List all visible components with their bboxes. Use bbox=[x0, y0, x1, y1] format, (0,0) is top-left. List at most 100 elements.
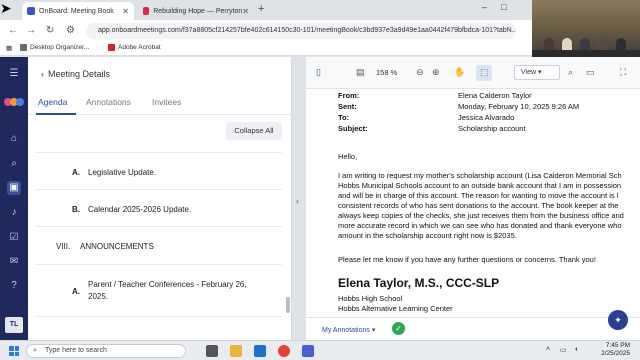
zoom-out-icon[interactable]: ⊖ bbox=[416, 67, 424, 78]
view-dropdown-label: View bbox=[521, 69, 537, 76]
fullscreen-icon[interactable]: ⛶ bbox=[620, 67, 626, 78]
collapse-all-button[interactable]: Collapse All bbox=[226, 122, 282, 140]
chat-icon[interactable]: ✉ bbox=[7, 255, 21, 269]
taskbar-search-field[interactable]: ⌕ Type here to search bbox=[26, 344, 186, 358]
maximize-button[interactable]: □ bbox=[501, 2, 506, 12]
chevron-left-icon[interactable]: ‹ bbox=[41, 69, 44, 79]
sidebar-toggle-icon[interactable]: ▯ bbox=[316, 67, 321, 78]
clock-date: 2/25/2025 bbox=[601, 350, 630, 357]
agenda-item-label-line2: 2025. bbox=[88, 292, 109, 301]
minimize-button[interactable]: – bbox=[482, 2, 487, 12]
agenda-item-letter: A. bbox=[72, 287, 80, 296]
bookmark-label: Desktop Organizer... bbox=[30, 44, 90, 51]
select-tool-icon[interactable]: ⬚ bbox=[480, 67, 489, 78]
email-from: Elena Calderon Taylor bbox=[458, 91, 532, 100]
agenda-item[interactable]: B. Calendar 2025-2026 Update. bbox=[36, 190, 282, 227]
check-square-icon[interactable]: ☑ bbox=[7, 231, 21, 245]
reload-icon[interactable]: ↻ bbox=[46, 25, 54, 36]
search-icon[interactable]: ⌕ bbox=[7, 157, 21, 171]
monitor-icon bbox=[20, 44, 27, 51]
task-view-icon[interactable] bbox=[206, 345, 218, 357]
email-body-line: and will be in charge of this account. T… bbox=[338, 191, 619, 200]
system-clock[interactable]: 7:45 PM 2/25/2025 bbox=[590, 342, 630, 358]
chrome-icon[interactable] bbox=[278, 345, 290, 357]
apps-grid-icon[interactable]: ▦ bbox=[6, 44, 12, 52]
email-subject: Scholarship account bbox=[458, 124, 526, 133]
zoom-level[interactable]: 158 % bbox=[376, 68, 397, 77]
email-sent: Monday, February 10, 2025 9:26 AM bbox=[458, 102, 580, 111]
collapse-panel-chevron-icon[interactable]: ‹ bbox=[296, 196, 299, 206]
agenda-scrollbar[interactable] bbox=[286, 297, 290, 313]
close-tab-icon[interactable]: ✕ bbox=[122, 7, 129, 16]
search-icon[interactable]: ⌕ bbox=[568, 67, 573, 78]
agenda-item-letter: B. bbox=[72, 205, 80, 214]
email-signature: Elena Taylor, M.S., CCC-SLP bbox=[338, 276, 500, 290]
viewer-toolbar: ▯ ▤ 158 % ⊖ ⊕ ✋ ⬚ View ▾ ⌕ ▭ ⛶ bbox=[306, 57, 640, 89]
forward-arrow-icon[interactable]: → bbox=[26, 25, 36, 36]
zoom-app-icon[interactable] bbox=[302, 345, 314, 357]
calendar-icon[interactable]: ▣ bbox=[7, 181, 21, 195]
search-placeholder: Type here to search bbox=[45, 347, 107, 354]
agenda-section[interactable]: VIII. ANNOUNCEMENTS bbox=[36, 227, 282, 265]
back-arrow-icon[interactable]: ← bbox=[8, 25, 18, 36]
agenda-item[interactable]: A. Parent / Teacher Conferences - Februa… bbox=[36, 265, 282, 317]
email-body-line: consistent records of who has sent donat… bbox=[338, 201, 619, 210]
email-to: Jessica Alvarado bbox=[458, 113, 515, 122]
chevron-up-icon[interactable]: ˄ bbox=[546, 346, 550, 353]
tab-rebuilding-hope[interactable]: Rebuilding Hope — Perryton ✕ bbox=[138, 2, 254, 20]
view-dropdown[interactable]: View ▾ bbox=[514, 65, 560, 80]
email-subject-label: Subject: bbox=[338, 124, 368, 133]
zoom-in-icon[interactable]: ⊕ bbox=[432, 67, 440, 78]
tab-title: OnBoard: Meeting Book bbox=[39, 7, 114, 15]
assistant-button[interactable]: ✦ bbox=[608, 310, 628, 330]
tab-agenda[interactable]: Agenda bbox=[38, 97, 67, 107]
file-explorer-icon[interactable] bbox=[230, 345, 242, 357]
help-icon[interactable]: ? bbox=[7, 279, 21, 293]
agenda-section-label: ANNOUNCEMENTS bbox=[80, 242, 154, 251]
present-icon[interactable]: ▭ bbox=[586, 67, 595, 78]
email-to-label: To: bbox=[338, 113, 350, 122]
my-annotations-label: My Annotations bbox=[322, 327, 370, 334]
mouse-cursor-icon: ➤ bbox=[0, 0, 12, 16]
webcam-video-overlay bbox=[532, 0, 640, 60]
page-title: Meeting Details bbox=[48, 69, 111, 79]
volume-icon[interactable]: ◖ bbox=[574, 346, 578, 353]
email-closing: Please let me know if you have any furth… bbox=[338, 255, 596, 264]
hamburger-menu-icon[interactable]: ☰ bbox=[7, 67, 21, 81]
tab-annotations[interactable]: Annotations bbox=[86, 97, 131, 107]
page-icon[interactable]: ▤ bbox=[356, 67, 365, 78]
email-sent-label: Sent: bbox=[338, 102, 357, 111]
document-viewer: ▯ ▤ 158 % ⊖ ⊕ ✋ ⬚ View ▾ ⌕ ▭ ⛶ From: Ele… bbox=[306, 57, 640, 340]
site-settings-icon[interactable]: ⚙ bbox=[66, 25, 75, 36]
windows-start-icon[interactable] bbox=[9, 346, 19, 356]
email-from-label: From: bbox=[338, 91, 360, 100]
bookmark-adobe-acrobat[interactable]: Adobe Acrobat bbox=[108, 44, 161, 51]
new-tab-button[interactable]: + bbox=[258, 3, 264, 15]
email-body-line: amount in the scholarship account right … bbox=[338, 231, 517, 240]
bookmark-desktop-organizer[interactable]: Desktop Organizer... bbox=[20, 44, 89, 51]
agenda-item-label: Calendar 2025-2026 Update. bbox=[88, 205, 192, 214]
my-annotations-dropdown[interactable]: My Annotations ▾ bbox=[322, 326, 375, 334]
tab-onboard-meeting-book[interactable]: OnBoard: Meeting Book ✕ bbox=[22, 2, 134, 20]
network-icon[interactable]: ▭ bbox=[560, 346, 567, 354]
active-tab-indicator bbox=[36, 113, 76, 115]
agenda-section-number: VIII. bbox=[56, 242, 71, 251]
agenda-item-label: Legislative Update. bbox=[88, 168, 157, 177]
bookmark-label: Adobe Acrobat bbox=[118, 44, 161, 51]
tab-invitees[interactable]: Invitees bbox=[152, 97, 181, 107]
url-field[interactable]: app.onboardmeetings.com/f37a8805cf214257… bbox=[86, 23, 516, 39]
home-icon[interactable]: ⌂ bbox=[7, 132, 21, 146]
close-tab-icon[interactable]: ✕ bbox=[242, 7, 249, 16]
search-icon: ⌕ bbox=[33, 347, 37, 354]
edge-icon[interactable] bbox=[254, 345, 266, 357]
annotations-bar: My Annotations ▾ ✓ bbox=[306, 317, 640, 340]
acrobat-icon bbox=[108, 44, 115, 51]
bell-icon[interactable]: ♪ bbox=[7, 206, 21, 220]
window-controls: – □ bbox=[482, 2, 506, 12]
hand-tool-icon[interactable]: ✋ bbox=[454, 67, 465, 78]
user-avatar[interactable]: TL bbox=[5, 317, 23, 333]
agenda-item-letter: A. bbox=[72, 168, 80, 177]
caret-down-icon: ▾ bbox=[371, 327, 376, 334]
agenda-item[interactable]: A. Legislative Update. bbox=[36, 153, 282, 190]
meeting-details-header[interactable]: ‹ Meeting Details bbox=[41, 69, 110, 79]
